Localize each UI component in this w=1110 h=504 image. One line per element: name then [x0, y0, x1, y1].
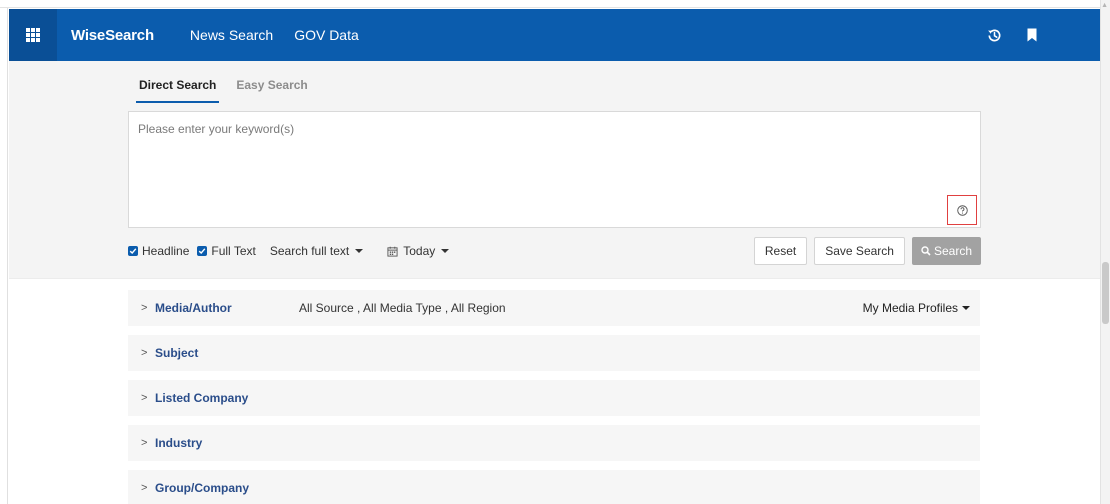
- filter-row-subject[interactable]: > Subject: [128, 335, 980, 371]
- filter-row-group-company[interactable]: > Group/Company: [128, 470, 980, 504]
- search-button-label: Search: [933, 244, 972, 258]
- help-button[interactable]: [947, 195, 977, 225]
- checkbox-checked-icon: [128, 246, 138, 256]
- search-options: Headline Full Text Search full text Toda…: [128, 237, 981, 265]
- reset-button[interactable]: Reset: [753, 237, 808, 265]
- caret-down-icon: [441, 249, 450, 253]
- caret-down-icon: [962, 306, 970, 310]
- chevron-right-icon: >: [141, 302, 148, 314]
- keyword-box: [128, 111, 981, 228]
- apps-grid-icon: [26, 28, 40, 42]
- search-mode-tabs: Direct Search Easy Search: [136, 76, 325, 103]
- caret-down-icon: [355, 249, 364, 253]
- calendar-icon: [387, 246, 398, 257]
- brand-logo[interactable]: WiseSearch: [71, 27, 154, 44]
- filter-label: Media/Author: [155, 301, 232, 315]
- chevron-right-icon: >: [141, 392, 148, 404]
- headline-label: Headline: [142, 244, 190, 258]
- my-media-profiles-dropdown[interactable]: My Media Profiles: [863, 301, 970, 315]
- chevron-right-icon: >: [141, 347, 148, 359]
- save-search-button[interactable]: Save Search: [814, 237, 905, 265]
- tab-direct-search[interactable]: Direct Search: [136, 76, 220, 103]
- nav-link-gov-data[interactable]: GOV Data: [294, 27, 359, 43]
- date-range-dropdown[interactable]: Today: [387, 244, 450, 258]
- app-launcher-button[interactable]: [9, 9, 57, 61]
- tab-easy-search[interactable]: Easy Search: [233, 76, 310, 103]
- page-scrollbar[interactable]: ▲: [1100, 0, 1110, 504]
- nav-link-news-search[interactable]: News Search: [190, 27, 273, 43]
- filter-label: Subject: [155, 346, 199, 360]
- history-icon[interactable]: [986, 27, 1002, 43]
- search-button[interactable]: Search: [911, 237, 981, 265]
- search-icon: [921, 246, 931, 256]
- filter-label: Listed Company: [155, 391, 249, 405]
- filter-list: > Media/Author All Source , All Media Ty…: [128, 290, 980, 504]
- search-scope-label: Search full text: [269, 244, 350, 258]
- fulltext-label: Full Text: [211, 244, 256, 258]
- chevron-right-icon: >: [141, 437, 148, 449]
- date-range-label: Today: [403, 244, 436, 258]
- search-scope-dropdown[interactable]: Search full text: [269, 244, 364, 258]
- scrollbar-thumb[interactable]: [1102, 262, 1109, 324]
- window-top-edge: [0, 0, 1110, 8]
- search-actions: Reset Save Search Search: [753, 237, 981, 265]
- window-left-edge: [0, 8, 8, 504]
- filter-summary: All Source , All Media Type , All Region: [299, 301, 506, 315]
- top-navbar: WiseSearch News Search GOV Data: [9, 9, 1100, 61]
- question-circle-icon: [956, 204, 968, 216]
- filter-row-listed-company[interactable]: > Listed Company: [128, 380, 980, 416]
- fulltext-checkbox[interactable]: Full Text: [197, 244, 256, 258]
- bookmark-icon[interactable]: [1024, 27, 1040, 43]
- keyword-input[interactable]: [129, 112, 980, 227]
- chevron-right-icon: >: [141, 482, 148, 494]
- filter-label: Group/Company: [155, 481, 250, 495]
- checkbox-checked-icon: [197, 246, 208, 256]
- my-media-profiles-label: My Media Profiles: [862, 301, 958, 315]
- navbar-actions: [986, 27, 1040, 43]
- filter-row-media-author[interactable]: > Media/Author All Source , All Media Ty…: [128, 290, 980, 326]
- scroll-up-arrow-icon[interactable]: ▲: [1101, 2, 1108, 10]
- filter-label: Industry: [155, 436, 203, 450]
- filter-row-industry[interactable]: > Industry: [128, 425, 980, 461]
- search-panel: Direct Search Easy Search Headline Full …: [9, 61, 1100, 279]
- headline-checkbox[interactable]: Headline: [128, 244, 189, 258]
